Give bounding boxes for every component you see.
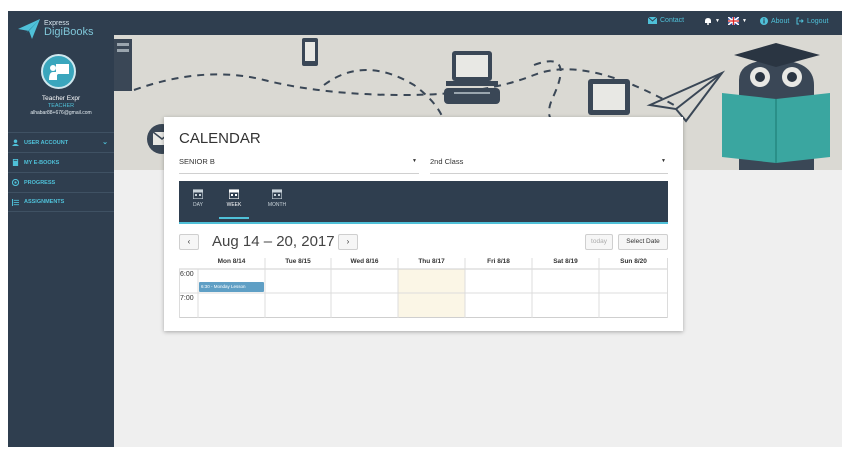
logout-link[interactable]: Logout [796, 17, 828, 25]
tab-label: MONTH [267, 202, 287, 208]
prev-week-button[interactable]: ‹ [179, 234, 199, 250]
day-header-wed: Wed 8/16 [350, 258, 379, 265]
view-switcher: DAY WEEK MONTH [179, 181, 668, 224]
tab-month[interactable]: MONTH [260, 189, 294, 219]
calendar-icon [229, 189, 239, 199]
group-select[interactable]: 2nd Class ▼ [430, 155, 668, 174]
tab-label: DAY [193, 202, 203, 208]
chevron-down-icon: ⌄ [102, 139, 108, 146]
select-date-button[interactable]: Select Date [618, 234, 668, 250]
day-header-tue: Tue 8/15 [285, 258, 311, 265]
logout-label: Logout [807, 17, 829, 25]
day-header-sat: Sat 8/19 [553, 258, 578, 265]
sidebar-item-label: MY E-BOOKS [24, 159, 60, 166]
book-icon [12, 159, 19, 166]
calendar-event[interactable]: 6:30 - Monday Lesson [199, 282, 264, 292]
avatar[interactable] [41, 54, 76, 89]
contact-label: Contact [660, 17, 685, 24]
day-header-fri: Fri 8/18 [487, 258, 510, 265]
app-frame: Express DigiBooks Teacher Expr TEACHER a… [8, 11, 842, 447]
envelope-icon [648, 17, 657, 24]
caret-down-icon: ▼ [742, 18, 747, 24]
day-header-sun: Sun 8/20 [620, 258, 647, 265]
info-icon [760, 17, 768, 25]
time-label-7: 7:00 [180, 295, 194, 302]
time-label-6: 6:00 [180, 271, 194, 278]
brand-big: DigiBooks [44, 26, 94, 38]
user-role: TEACHER [47, 103, 75, 109]
uk-flag-icon [728, 17, 739, 25]
bell-icon [705, 18, 711, 25]
sidebar-item-label: USER ACCOUNT [24, 139, 69, 146]
user-email: alhabar88+676@gmail.com [30, 110, 92, 116]
calendar-icon [193, 189, 203, 199]
server-icon [114, 39, 132, 91]
day-header-mon: Mon 8/14 [217, 258, 246, 265]
caret-down-icon: ▼ [412, 158, 417, 164]
tab-week[interactable]: WEEK [219, 189, 249, 219]
paper-plane-icon [18, 19, 40, 39]
tab-day[interactable]: DAY [183, 189, 213, 219]
caret-down-icon: ▼ [661, 158, 666, 164]
caret-down-icon: ▼ [715, 18, 720, 24]
sidebar-item-label: ASSIGNMENTS [24, 199, 65, 205]
week-grid: Mon 8/14 Tue 8/15 Wed 8/16 Thu 8/17 Fri … [179, 258, 668, 318]
notifications-button[interactable]: ▼ [704, 17, 720, 25]
calendar-panel: CALENDAR SENIOR B ▼ 2nd Class ▼ DAY WEEK… [164, 117, 683, 331]
user-name: Teacher Expr [41, 95, 81, 102]
calendar-icon [272, 189, 282, 199]
tab-label: WEEK [226, 202, 242, 208]
sidebar-item-progress[interactable]: PROGRESS [8, 172, 114, 192]
sidebar: Express DigiBooks Teacher Expr TEACHER a… [8, 11, 114, 447]
contact-link[interactable]: Contact [648, 17, 684, 24]
class-select[interactable]: SENIOR B ▼ [179, 155, 419, 174]
about-label: About [771, 17, 790, 25]
about-link[interactable]: About [760, 17, 789, 25]
brand-logo[interactable]: Express DigiBooks [18, 16, 94, 42]
sidebar-item-assignments[interactable]: ASSIGNMENTS [8, 192, 114, 212]
page-title: CALENDAR [179, 130, 261, 147]
phone-icon [302, 38, 318, 66]
sidebar-item-label: PROGRESS [24, 179, 56, 186]
date-range: Aug 14 – 20, 2017 [212, 233, 335, 250]
class-select-value: SENIOR B [179, 157, 215, 166]
teacher-board-icon [48, 63, 69, 80]
calendar-toolbar: ‹ Aug 14 – 20, 2017 › today Select Date [179, 233, 668, 253]
logout-icon [796, 17, 804, 25]
language-selector[interactable]: ▼ [728, 17, 747, 25]
sidebar-item-my-ebooks[interactable]: MY E-BOOKS [8, 152, 114, 172]
progress-icon [12, 179, 19, 186]
today-button[interactable]: today [585, 234, 613, 250]
top-bar: Contact ▼ ▼ About Logout [114, 11, 842, 35]
day-header-thu: Thu 8/17 [418, 258, 445, 265]
group-select-value: 2nd Class [430, 157, 464, 166]
monitor-icon [588, 79, 630, 115]
sidebar-item-user-account[interactable]: USER ACCOUNT ⌄ [8, 132, 114, 152]
list-icon [12, 198, 19, 206]
laptop-icon [444, 51, 500, 104]
user-icon [12, 139, 19, 146]
next-week-button[interactable]: › [338, 234, 358, 250]
